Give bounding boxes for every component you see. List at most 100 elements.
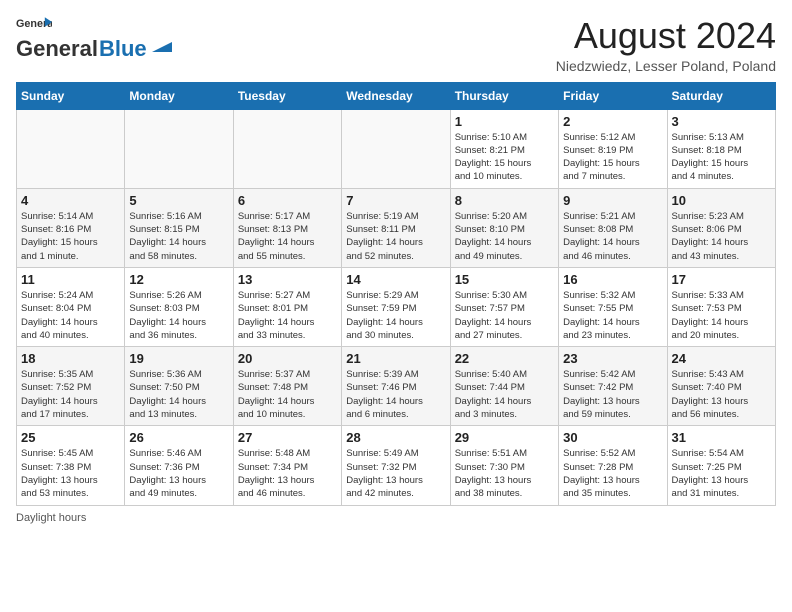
day-info: Sunrise: 5:16 AM Sunset: 8:15 PM Dayligh… xyxy=(129,210,228,263)
calendar-cell: 18 Sunrise: 5:35 AM Sunset: 7:52 PM Dayli… xyxy=(17,347,125,426)
calendar-cell xyxy=(125,109,233,188)
day-number: 13 xyxy=(238,272,337,287)
calendar-cell: 17 Sunrise: 5:33 AM Sunset: 7:53 PM Dayli… xyxy=(667,267,775,346)
day-info: Sunrise: 5:48 AM Sunset: 7:34 PM Dayligh… xyxy=(238,447,337,500)
day-info: Sunrise: 5:21 AM Sunset: 8:08 PM Dayligh… xyxy=(563,210,662,263)
calendar-cell xyxy=(17,109,125,188)
calendar-cell: 7Sunrise: 5:19 AM Sunset: 8:11 PM Daylig… xyxy=(342,188,450,267)
calendar-cell: 24Sunrise: 5:43 AM Sunset: 7:40 PM Dayli… xyxy=(667,347,775,426)
calendar-cell: 13 Sunrise: 5:27 AM Sunset: 8:01 PM Dayli… xyxy=(233,267,341,346)
calendar-cell: 16 Sunrise: 5:32 AM Sunset: 7:55 PM Dayli… xyxy=(559,267,667,346)
day-number: 26 xyxy=(129,430,228,445)
day-number: 21 xyxy=(346,351,445,366)
day-number: 11 xyxy=(21,272,120,287)
day-info: Sunrise: 5:42 AM Sunset: 7:42 PM Dayligh… xyxy=(563,368,662,421)
col-header-friday: Friday xyxy=(559,82,667,109)
day-info: Sunrise: 5:51 AM Sunset: 7:30 PM Dayligh… xyxy=(455,447,554,500)
calendar-cell: 31 Sunrise: 5:54 AM Sunset: 7:25 PM Dayli… xyxy=(667,426,775,505)
day-info: Sunrise: 5:35 AM Sunset: 7:52 PM Dayligh… xyxy=(21,368,120,421)
calendar-cell: 12Sunrise: 5:26 AM Sunset: 8:03 PM Dayli… xyxy=(125,267,233,346)
calendar-cell: 9 Sunrise: 5:21 AM Sunset: 8:08 PM Daylig… xyxy=(559,188,667,267)
day-info: Sunrise: 5:26 AM Sunset: 8:03 PM Dayligh… xyxy=(129,289,228,342)
day-number: 17 xyxy=(672,272,771,287)
day-number: 25 xyxy=(21,430,120,445)
day-number: 6 xyxy=(238,193,337,208)
logo-blue: Blue xyxy=(99,36,147,62)
day-info: Sunrise: 5:24 AM Sunset: 8:04 PM Dayligh… xyxy=(21,289,120,342)
title-area: August 2024 Niedzwiedz, Lesser Poland, P… xyxy=(556,16,776,74)
day-number: 8 xyxy=(455,193,554,208)
col-header-thursday: Thursday xyxy=(450,82,558,109)
calendar-cell: 3 Sunrise: 5:13 AM Sunset: 8:18 PM Daylig… xyxy=(667,109,775,188)
calendar-cell: 8 Sunrise: 5:20 AM Sunset: 8:10 PM Daylig… xyxy=(450,188,558,267)
day-number: 27 xyxy=(238,430,337,445)
day-info: Sunrise: 5:14 AM Sunset: 8:16 PM Dayligh… xyxy=(21,210,120,263)
day-number: 24 xyxy=(672,351,771,366)
logo-general: General xyxy=(16,36,98,62)
day-info: Sunrise: 5:29 AM Sunset: 7:59 PM Dayligh… xyxy=(346,289,445,342)
calendar-cell: 19 Sunrise: 5:36 AM Sunset: 7:50 PM Dayli… xyxy=(125,347,233,426)
day-info: Sunrise: 5:36 AM Sunset: 7:50 PM Dayligh… xyxy=(129,368,228,421)
day-info: Sunrise: 5:23 AM Sunset: 8:06 PM Dayligh… xyxy=(672,210,771,263)
day-info: Sunrise: 5:54 AM Sunset: 7:25 PM Dayligh… xyxy=(672,447,771,500)
col-header-sunday: Sunday xyxy=(17,82,125,109)
day-number: 3 xyxy=(672,114,771,129)
day-number: 16 xyxy=(563,272,662,287)
calendar-cell: 25 Sunrise: 5:45 AM Sunset: 7:38 PM Dayli… xyxy=(17,426,125,505)
day-info: Sunrise: 5:40 AM Sunset: 7:44 PM Dayligh… xyxy=(455,368,554,421)
day-number: 1 xyxy=(455,114,554,129)
day-info: Sunrise: 5:13 AM Sunset: 8:18 PM Dayligh… xyxy=(672,131,771,184)
day-number: 23 xyxy=(563,351,662,366)
day-info: Sunrise: 5:49 AM Sunset: 7:32 PM Dayligh… xyxy=(346,447,445,500)
calendar-cell: 22 Sunrise: 5:40 AM Sunset: 7:44 PM Dayli… xyxy=(450,347,558,426)
day-info: Sunrise: 5:27 AM Sunset: 8:01 PM Dayligh… xyxy=(238,289,337,342)
day-number: 5 xyxy=(129,193,228,208)
calendar-cell: 26 Sunrise: 5:46 AM Sunset: 7:36 PM Dayli… xyxy=(125,426,233,505)
calendar-cell: 20 Sunrise: 5:37 AM Sunset: 7:48 PM Dayli… xyxy=(233,347,341,426)
day-info: Sunrise: 5:17 AM Sunset: 8:13 PM Dayligh… xyxy=(238,210,337,263)
day-number: 22 xyxy=(455,351,554,366)
day-info: Sunrise: 5:52 AM Sunset: 7:28 PM Dayligh… xyxy=(563,447,662,500)
day-number: 29 xyxy=(455,430,554,445)
calendar-cell: 27 Sunrise: 5:48 AM Sunset: 7:34 PM Dayli… xyxy=(233,426,341,505)
day-number: 15 xyxy=(455,272,554,287)
day-info: Sunrise: 5:10 AM Sunset: 8:21 PM Dayligh… xyxy=(455,131,554,184)
day-info: Sunrise: 5:45 AM Sunset: 7:38 PM Dayligh… xyxy=(21,447,120,500)
day-info: Sunrise: 5:12 AM Sunset: 8:19 PM Dayligh… xyxy=(563,131,662,184)
calendar-cell: 23 Sunrise: 5:42 AM Sunset: 7:42 PM Dayli… xyxy=(559,347,667,426)
calendar-cell: 5 Sunrise: 5:16 AM Sunset: 8:15 PM Daylig… xyxy=(125,188,233,267)
calendar-cell xyxy=(342,109,450,188)
day-number: 18 xyxy=(21,351,120,366)
day-number: 7 xyxy=(346,193,445,208)
day-number: 28 xyxy=(346,430,445,445)
day-number: 2 xyxy=(563,114,662,129)
day-number: 30 xyxy=(563,430,662,445)
day-info: Sunrise: 5:32 AM Sunset: 7:55 PM Dayligh… xyxy=(563,289,662,342)
day-number: 14 xyxy=(346,272,445,287)
calendar-cell: 15 Sunrise: 5:30 AM Sunset: 7:57 PM Dayli… xyxy=(450,267,558,346)
calendar-cell: 30 Sunrise: 5:52 AM Sunset: 7:28 PM Dayli… xyxy=(559,426,667,505)
logo-triangle-icon xyxy=(150,34,172,56)
day-info: Sunrise: 5:20 AM Sunset: 8:10 PM Dayligh… xyxy=(455,210,554,263)
day-info: Sunrise: 5:39 AM Sunset: 7:46 PM Dayligh… xyxy=(346,368,445,421)
day-number: 9 xyxy=(563,193,662,208)
calendar-cell: 14 Sunrise: 5:29 AM Sunset: 7:59 PM Dayli… xyxy=(342,267,450,346)
day-number: 19 xyxy=(129,351,228,366)
day-number: 20 xyxy=(238,351,337,366)
day-number: 31 xyxy=(672,430,771,445)
day-info: Sunrise: 5:46 AM Sunset: 7:36 PM Dayligh… xyxy=(129,447,228,500)
day-number: 4 xyxy=(21,193,120,208)
footer-note: Daylight hours xyxy=(16,512,776,524)
calendar-cell: 10 Sunrise: 5:23 AM Sunset: 8:06 PM Dayli… xyxy=(667,188,775,267)
logo-icon: General xyxy=(16,16,52,34)
calendar-cell xyxy=(233,109,341,188)
calendar-table: SundayMondayTuesdayWednesdayThursdayFrid… xyxy=(16,82,776,506)
col-header-monday: Monday xyxy=(125,82,233,109)
calendar-cell: 28 Sunrise: 5:49 AM Sunset: 7:32 PM Dayli… xyxy=(342,426,450,505)
calendar-cell: 21 Sunrise: 5:39 AM Sunset: 7:46 PM Dayli… xyxy=(342,347,450,426)
day-info: Sunrise: 5:30 AM Sunset: 7:57 PM Dayligh… xyxy=(455,289,554,342)
logo: General General Blue xyxy=(16,16,172,62)
day-number: 10 xyxy=(672,193,771,208)
day-info: Sunrise: 5:33 AM Sunset: 7:53 PM Dayligh… xyxy=(672,289,771,342)
day-info: Sunrise: 5:37 AM Sunset: 7:48 PM Dayligh… xyxy=(238,368,337,421)
